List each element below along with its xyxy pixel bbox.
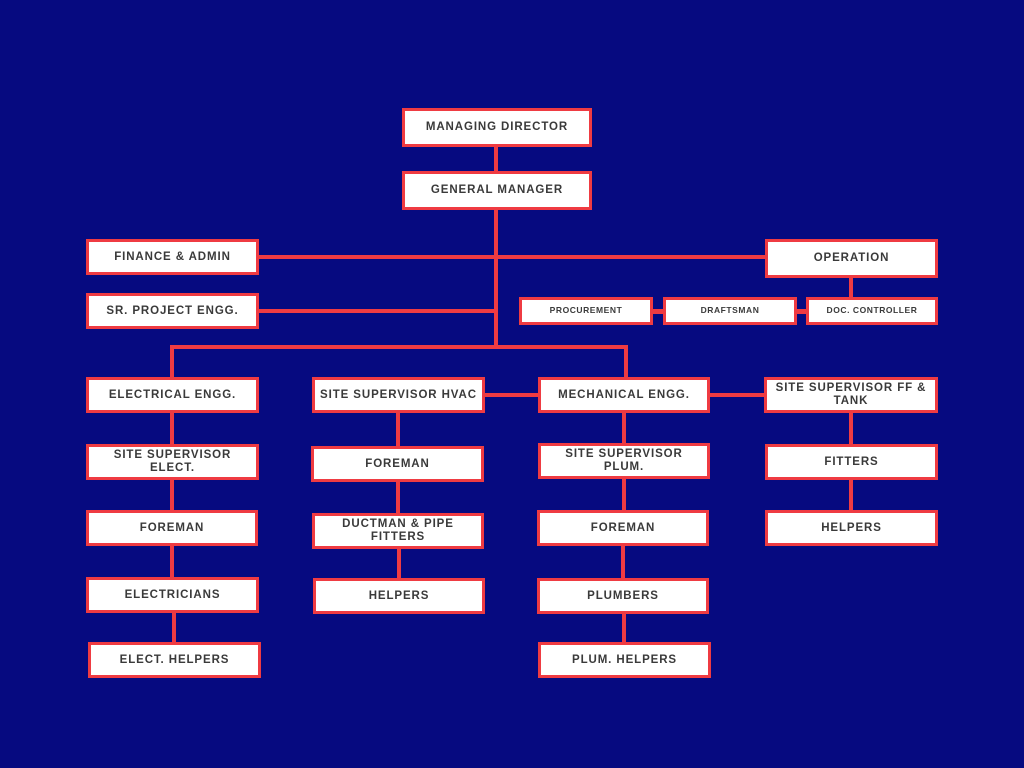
- connector-seg-mech-3: [621, 545, 625, 579]
- connector-seg-main-bus: [170, 345, 628, 349]
- connector-seg-mech-ff-link: [709, 393, 766, 397]
- node-fitters[interactable]: FITTERS: [765, 444, 938, 480]
- node-draftsman[interactable]: DRAFTSMAN: [663, 297, 797, 325]
- node-site-supervisor-plum[interactable]: SITE SUPERVISOR PLUM.: [538, 443, 710, 479]
- node-foreman-hvac[interactable]: FOREMAN: [311, 446, 484, 482]
- connector-seg-ff-2: [849, 479, 853, 511]
- node-site-supervisor-hvac[interactable]: SITE SUPERVISOR HVAC: [312, 377, 485, 413]
- connector-seg-hvac-1: [396, 412, 400, 447]
- connector-seg-hvac-2: [396, 481, 400, 514]
- connector-seg-srproject-row: [257, 309, 497, 313]
- node-finance-admin[interactable]: FINANCE & ADMIN: [86, 239, 259, 275]
- node-electrical-engg[interactable]: ELECTRICAL ENGG.: [86, 377, 259, 413]
- node-general-manager[interactable]: GENERAL MANAGER: [402, 171, 592, 210]
- node-mechanical-engg[interactable]: MECHANICAL ENGG.: [538, 377, 710, 413]
- connector-seg-elect-1: [170, 412, 174, 445]
- connector-seg-mech-2: [622, 478, 626, 511]
- connector-seg-elect-4: [172, 612, 176, 643]
- connector-seg-operation-drop: [849, 277, 853, 298]
- connector-seg-bus-elect-drop: [170, 345, 174, 378]
- node-procurement[interactable]: PROCUREMENT: [519, 297, 653, 325]
- connector-seg-mech-4: [622, 612, 626, 643]
- node-plumbers[interactable]: PLUMBERS: [537, 578, 709, 614]
- node-electricians[interactable]: ELECTRICIANS: [86, 577, 259, 613]
- connector-seg-finance-row: [257, 255, 767, 259]
- node-sr-project-engg[interactable]: SR. PROJECT ENGG.: [86, 293, 259, 329]
- node-helpers-ff[interactable]: HELPERS: [765, 510, 938, 546]
- connector-seg-gm-trunk: [494, 210, 498, 347]
- connector-seg-hvac-3: [397, 548, 401, 579]
- connector-seg-elect-2: [170, 479, 174, 511]
- node-ductman-pipe-fitters[interactable]: DUCTMAN & PIPE FITTERS: [312, 513, 484, 549]
- node-foreman-elect[interactable]: FOREMAN: [86, 510, 258, 546]
- connector-seg-mech-1: [622, 412, 626, 444]
- node-site-supervisor-ff-tank[interactable]: SITE SUPERVISOR FF & TANK: [764, 377, 938, 413]
- node-doc-controller[interactable]: DOC. CONTROLLER: [806, 297, 938, 325]
- connector-seg-ff-1: [849, 412, 853, 445]
- connector-seg-bus-mech-drop: [624, 345, 628, 378]
- node-helpers-hvac[interactable]: HELPERS: [313, 578, 485, 614]
- node-site-supervisor-elect[interactable]: SITE SUPERVISOR ELECT.: [86, 444, 259, 480]
- connector-seg-md-gm: [494, 147, 498, 172]
- org-chart: MANAGING DIRECTOR GENERAL MANAGER FINANCE …: [0, 0, 1024, 768]
- node-operation[interactable]: OPERATION: [765, 239, 938, 278]
- node-managing-director[interactable]: MANAGING DIRECTOR: [402, 108, 592, 147]
- node-plum-helpers[interactable]: PLUM. HELPERS: [538, 642, 711, 678]
- connector-seg-elect-3: [170, 545, 174, 578]
- node-foreman-plum[interactable]: FOREMAN: [537, 510, 709, 546]
- node-elect-helpers[interactable]: ELECT. HELPERS: [88, 642, 261, 678]
- connector-seg-hvac-mech-link: [484, 393, 540, 397]
